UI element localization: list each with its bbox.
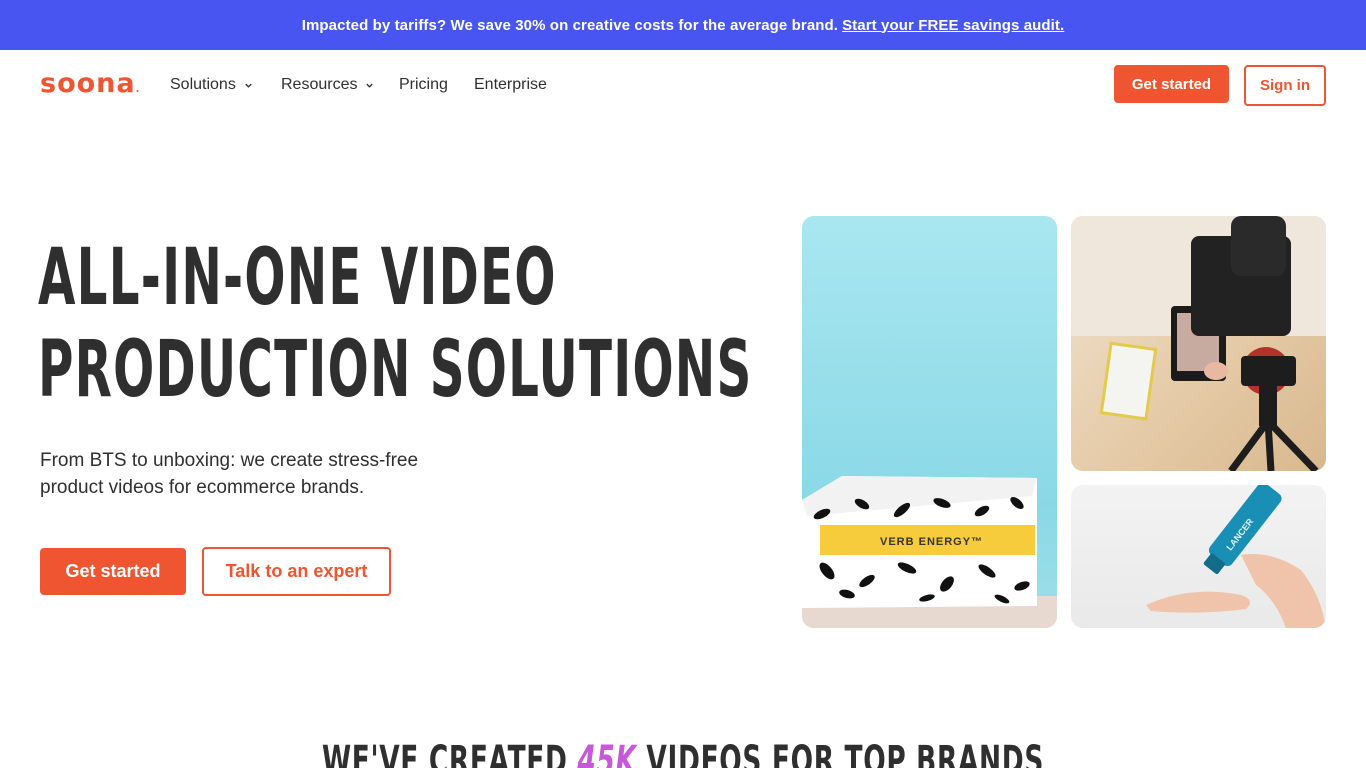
chevron-down-icon — [245, 83, 252, 88]
camera-rig-image — [1071, 216, 1326, 471]
nav-item-enterprise[interactable]: Enterprise — [474, 76, 547, 94]
hero-title: ALL-IN-ONE VIDEO PRODUCTION SOLUTIONS — [38, 232, 753, 416]
nav-item-resources[interactable]: Resources — [281, 76, 374, 94]
product-box-illustration: VERB ENERGY™ — [802, 476, 1057, 628]
camera-rig-illustration — [1071, 216, 1326, 471]
product-tube-image: LANCER — [1071, 485, 1326, 628]
promo-banner-text: Impacted by tariffs? We save 30% on crea… — [301, 16, 839, 34]
tube-illustration: LANCER — [1146, 485, 1326, 628]
section-title-prefix: WE'VE CREATED — [321, 738, 568, 768]
nav-item-pricing[interactable]: Pricing — [399, 76, 448, 94]
nav-item-label: Enterprise — [474, 76, 547, 93]
nav-item-label: Pricing — [399, 76, 448, 93]
box-label-text: VERB ENERGY™ — [880, 536, 983, 548]
hero-get-started-button[interactable]: Get started — [40, 548, 186, 595]
talk-to-expert-button[interactable]: Talk to an expert — [202, 547, 391, 596]
promo-banner: Impacted by tariffs? We save 30% on crea… — [0, 0, 1366, 50]
section-title: WE'VE CREATED 45K VIDEOS FOR TOP BRANDS — [0, 738, 1366, 768]
chevron-down-icon — [366, 83, 374, 88]
section-title-suffix: VIDEOS FOR TOP BRANDS — [646, 738, 1045, 768]
hero-title-line: ALL-IN-ONE VIDEO — [38, 233, 557, 323]
top-navigation: soona. Solutions Resources Pricing Enter… — [0, 50, 1366, 122]
nav-item-label: Solutions — [170, 76, 236, 93]
hero-title-line: PRODUCTION SOLUTIONS — [38, 325, 753, 415]
nav-get-started-button[interactable]: Get started — [1114, 65, 1229, 103]
section-title-highlight: 45K — [577, 738, 637, 768]
hero-subtitle: From BTS to unboxing: we create stress-f… — [40, 450, 419, 498]
product-box-image: VERB ENERGY™ — [802, 216, 1057, 628]
logo-dot: . — [135, 84, 141, 95]
savings-audit-link[interactable]: Start your FREE savings audit. — [842, 17, 1064, 34]
nav-item-solutions[interactable]: Solutions — [170, 76, 253, 94]
nav-item-label: Resources — [281, 76, 358, 93]
sign-in-button[interactable]: Sign in — [1244, 65, 1326, 106]
logo-text: soona — [40, 68, 136, 99]
soona-logo[interactable]: soona. — [40, 68, 140, 99]
